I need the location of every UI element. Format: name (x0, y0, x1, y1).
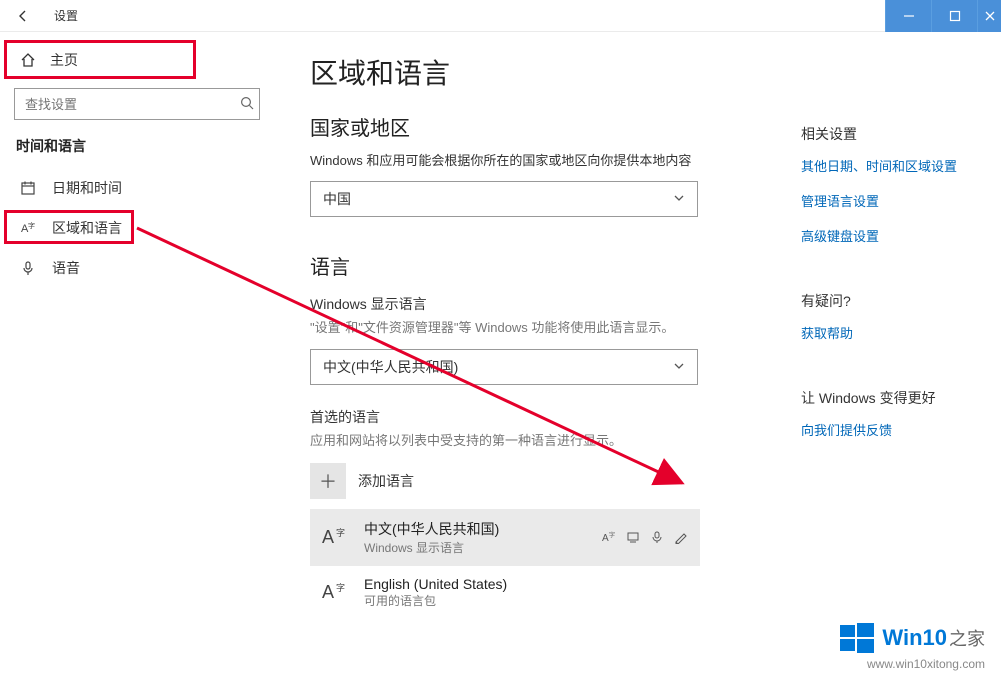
sidebar-item-region-language[interactable]: A字 区域和语言 (14, 208, 264, 248)
country-select[interactable]: 中国 (310, 181, 698, 217)
app-title: 设置 (54, 7, 78, 24)
windows-logo-icon (840, 621, 874, 655)
language-item-text: English (United States) 可用的语言包 (364, 576, 507, 609)
language-item-text: 中文(中华人民共和国) Windows 显示语言 (364, 519, 499, 556)
related-link[interactable]: 高级键盘设置 (801, 226, 981, 245)
language-heading: 语言 (310, 251, 730, 280)
help-link[interactable]: 获取帮助 (801, 323, 981, 342)
sidebar-item-label: 语音 (52, 258, 80, 278)
region-desc: Windows 和应用可能会根据你所在的国家或地区向你提供本地内容 (310, 151, 730, 171)
speech-icon (650, 530, 664, 544)
sidebar-home-label: 主页 (50, 50, 78, 70)
chevron-down-icon (673, 192, 685, 204)
language-item-name: English (United States) (364, 576, 507, 592)
sidebar-item-datetime[interactable]: 日期和时间 (14, 168, 264, 208)
language-a-icon: A字 (20, 220, 36, 236)
back-button[interactable] (0, 0, 46, 32)
search-wrap (14, 88, 264, 120)
content: 区域和语言 国家或地区 Windows 和应用可能会根据你所在的国家或地区向你提… (310, 52, 730, 685)
sidebar-home[interactable]: 主页 (14, 40, 264, 80)
minimize-button[interactable] (885, 0, 931, 32)
question-heading: 有疑问? (801, 291, 981, 311)
improve-heading: 让 Windows 变得更好 (801, 388, 981, 408)
preferred-languages-label: 首选的语言 (310, 407, 730, 427)
add-language-label: 添加语言 (358, 471, 414, 491)
svg-text:A: A (602, 533, 609, 544)
aside: 相关设置 其他日期、时间和区域设置 管理语言设置 高级键盘设置 有疑问? 获取帮… (801, 52, 991, 685)
search-input[interactable] (14, 88, 260, 120)
svg-text:字: 字 (609, 531, 615, 539)
sidebar: 主页 时间和语言 日期和时间 A字 区域和语言 语音 (0, 32, 278, 685)
sidebar-item-label: 日期和时间 (52, 178, 122, 198)
page-title: 区域和语言 (310, 52, 730, 92)
plus-icon: ＋ (310, 463, 346, 499)
chevron-down-icon (673, 360, 685, 372)
related-settings-heading: 相关设置 (801, 124, 981, 144)
sidebar-item-label: 区域和语言 (52, 218, 122, 238)
home-icon (20, 52, 36, 68)
language-item-chinese[interactable]: A字 中文(中华人民共和国) Windows 显示语言 A字 (310, 509, 700, 566)
language-item-english[interactable]: A字 English (United States) 可用的语言包 (310, 566, 700, 619)
sidebar-item-speech[interactable]: 语音 (14, 248, 264, 288)
watermark-url: www.win10xitong.com (840, 657, 985, 671)
calendar-icon (20, 180, 36, 196)
maximize-button[interactable] (931, 0, 977, 32)
svg-text:字: 字 (28, 221, 35, 230)
display-language-label: Windows 显示语言 (310, 294, 730, 314)
display-language-value: 中文(中华人民共和国) (323, 357, 458, 377)
region-heading: 国家或地区 (310, 112, 730, 141)
text-to-speech-icon (626, 530, 640, 544)
related-link[interactable]: 管理语言设置 (801, 191, 981, 210)
related-link[interactable]: 其他日期、时间和区域设置 (801, 156, 981, 175)
language-item-sub: 可用的语言包 (364, 592, 507, 609)
watermark-title: Win10之家 (882, 625, 985, 651)
language-item-sub: Windows 显示语言 (364, 539, 499, 556)
sidebar-group-title: 时间和语言 (16, 136, 264, 156)
watermark: Win10之家 www.win10xitong.com (840, 621, 985, 671)
preferred-languages-desc: 应用和网站将以列表中受支持的第一种语言进行显示。 (310, 431, 730, 451)
add-language-button[interactable]: ＋ 添加语言 (310, 463, 730, 499)
search-icon (240, 96, 254, 110)
close-button[interactable] (977, 0, 1001, 32)
main: 区域和语言 国家或地区 Windows 和应用可能会根据你所在的国家或地区向你提… (278, 32, 1001, 685)
language-item-name: 中文(中华人民共和国) (364, 519, 499, 539)
microphone-icon (20, 260, 36, 276)
titlebar: 设置 (0, 0, 1001, 32)
handwriting-icon (674, 530, 688, 544)
language-glyph-icon: A字 (322, 527, 350, 548)
country-select-value: 中国 (323, 189, 351, 209)
display-lang-icon: A字 (602, 530, 616, 544)
window-controls (885, 0, 1001, 32)
feedback-link[interactable]: 向我们提供反馈 (801, 420, 981, 439)
language-feature-icons: A字 (602, 530, 688, 544)
language-glyph-icon: A字 (322, 582, 350, 603)
display-language-desc: "设置"和"文件资源管理器"等 Windows 功能将使用此语言显示。 (310, 318, 730, 338)
display-language-select[interactable]: 中文(中华人民共和国) (310, 349, 698, 385)
